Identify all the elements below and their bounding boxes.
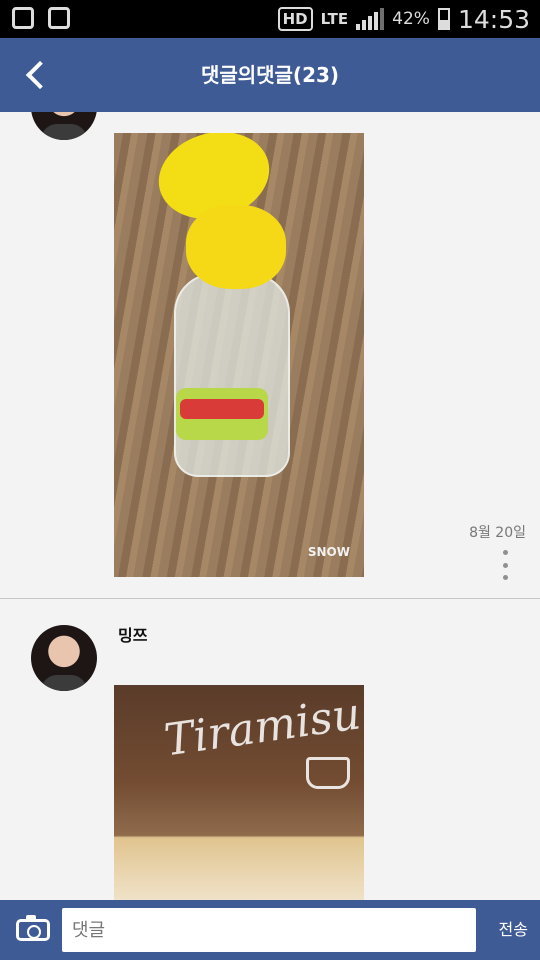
comment-input[interactable] [62,908,476,952]
comment-photo[interactable]: SNOW [114,133,364,577]
comment-divider [0,598,540,599]
avatar[interactable] [31,625,97,691]
page-title: 댓글의댓글(23) [200,63,340,87]
camera-button[interactable] [14,912,52,948]
status-left [12,7,70,29]
more-options-icon[interactable] [499,550,511,580]
app-header: 댓글의댓글(23) [0,38,540,112]
avatar[interactable] [31,112,97,140]
battery-icon [437,8,450,30]
cup-stencil-graphic [306,757,350,789]
comment-date: 8월 20일 [469,525,526,541]
snow-watermark: SNOW [307,545,350,559]
hd-indicator: HD [277,7,313,31]
battery-percent: 42% [392,9,430,29]
camera-icon [16,915,50,941]
clock: 14:53 [457,4,530,34]
status-bar: HD LTE 42% 14:53 [0,0,540,38]
image-notification-icon [48,7,70,29]
send-button[interactable]: 전송 [499,900,528,960]
app-notification-icon [12,7,34,29]
bottle-graphic [174,273,290,477]
signal-icon [356,8,385,30]
comment-list[interactable]: SNOW 8월 20일 밍쯔 Tiramisu [0,112,540,900]
lte-indicator: LTE [320,10,349,28]
cake-stencil-text: Tiramisu [161,688,364,767]
comment-photo[interactable]: Tiramisu [114,685,364,900]
comment-username[interactable]: 밍쯔 [118,622,147,646]
status-right: HD LTE 42% 14:53 [277,0,530,38]
comment-composer: 전송 [0,900,540,960]
